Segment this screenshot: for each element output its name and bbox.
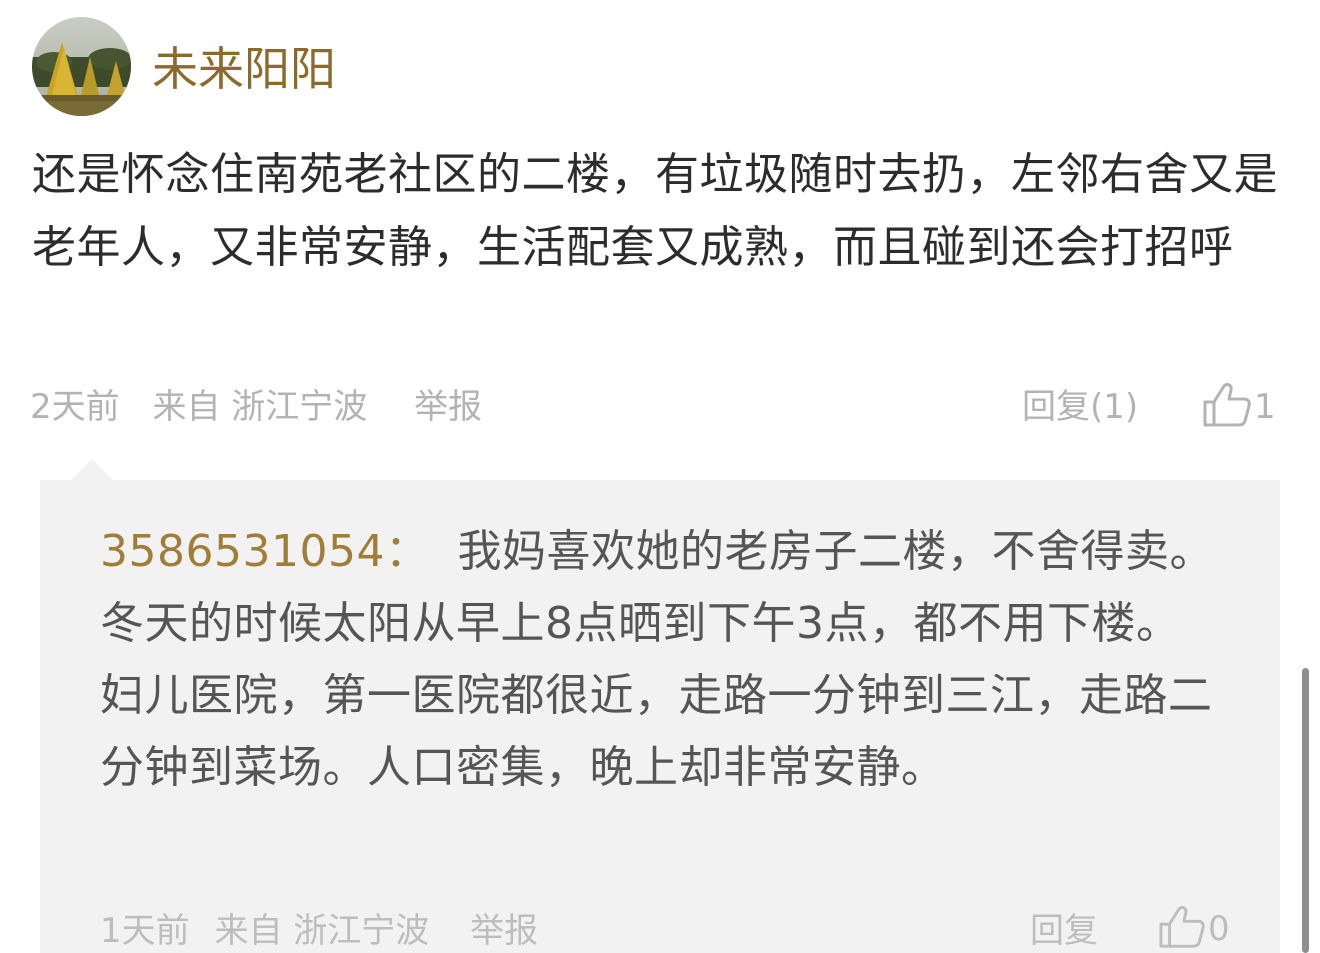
comment-time: 2天前 (30, 387, 120, 427)
comment-username[interactable]: 未来阳阳 (152, 38, 336, 100)
reply-time: 1天前 (100, 911, 190, 951)
reply-reply-button[interactable]: 回复 (1030, 906, 1098, 953)
reply-author[interactable]: 3586531054 (100, 526, 385, 577)
comment-report-link[interactable]: 举报 (414, 387, 482, 427)
comment-text: 还是怀念住南苑老社区的二楼，有垃圾随时去扔，左邻右舍又是老年人，又非常安静，生活… (32, 149, 1278, 273)
reply-like-count: 0 (1208, 909, 1230, 949)
weibo-comment-page: 未来阳阳 还是怀念住南苑老社区的二楼，有垃圾随时去扔，左邻右舍又是老年人，又非常… (0, 0, 1320, 953)
reply-content: 3586531054： 我妈喜欢她的老房子二楼，不舍得卖。冬天的时候太阳从早上8点… (100, 516, 1220, 804)
thumbs-up-icon (1202, 382, 1252, 432)
comment-source: 来自 浙江宁波 (152, 387, 368, 427)
avatar-image (32, 17, 131, 116)
scrollbar[interactable] (1302, 668, 1309, 953)
reply-report-link[interactable]: 举报 (470, 911, 538, 951)
reply-separator: ： (384, 526, 430, 577)
thumbs-up-icon (1158, 905, 1206, 953)
user-avatar[interactable] (32, 17, 131, 116)
reply-meta: 1天前 来自 浙江宁波 举报 (100, 906, 552, 953)
comment-meta: 2天前 来自 浙江宁波 举报 (30, 382, 504, 432)
reply-box-caret (70, 459, 114, 481)
reply-like-button[interactable]: 0 (1158, 902, 1230, 953)
comment-reply-button[interactable]: 回复(1) (1022, 382, 1138, 432)
comment-like-count: 1 (1254, 387, 1276, 427)
reply-source: 来自 浙江宁波 (214, 911, 430, 951)
comment-like-button[interactable]: 1 (1202, 380, 1276, 434)
